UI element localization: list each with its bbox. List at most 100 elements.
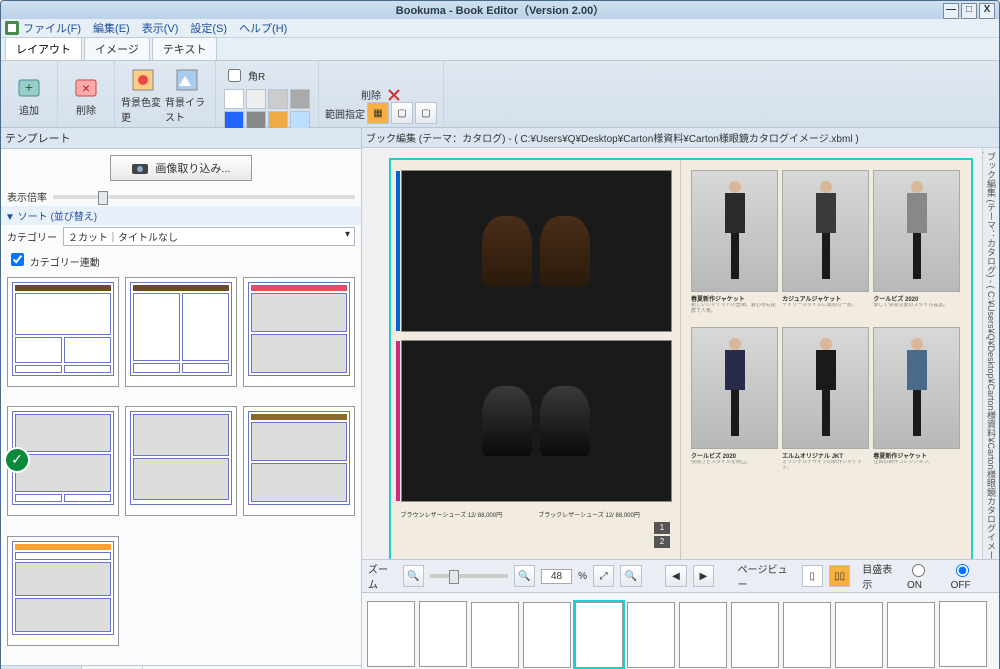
- pageview-label: ページビュー: [738, 561, 796, 591]
- pageview-spread-button[interactable]: ▯▯: [829, 565, 850, 587]
- ruler-label: 目盛表示: [862, 561, 901, 591]
- template-item[interactable]: ✓: [7, 406, 119, 516]
- zoom-fit-button[interactable]: ⤢: [593, 565, 614, 587]
- vertical-tab[interactable]: ブック編集 (テーマ：カタログ) - ( C:¥Users¥Q¥Desktop¥…: [982, 148, 999, 559]
- template-item[interactable]: [125, 406, 237, 516]
- product-title: クールビズ 2020: [873, 294, 960, 303]
- product-card[interactable]: カジュアルジャケットデイリースタイルに最適な一枚。: [782, 170, 869, 323]
- hero-image-top[interactable]: [401, 170, 673, 332]
- maximize-button[interactable]: □: [961, 3, 977, 19]
- canvas[interactable]: ブラウンレザーシューズ 12/ 88,000円 ブラックレザーシューズ 12/ …: [362, 148, 999, 559]
- template-zoom-slider[interactable]: [53, 195, 355, 199]
- page-thumbnail[interactable]: 5: [626, 602, 676, 669]
- prev-page-button[interactable]: ◀: [665, 565, 686, 587]
- range-opt1[interactable]: ▦: [367, 102, 389, 124]
- product-card[interactable]: 春夏新作ジャケット新しいジャケットの登場。着心地も抜群で人気。: [691, 170, 778, 323]
- page-right[interactable]: 春夏新作ジャケット新しいジャケットの登場。着心地も抜群で人気。カジュアルジャケッ…: [681, 160, 971, 559]
- import-image-button[interactable]: 画像取り込み...: [110, 155, 251, 181]
- frame-swatch[interactable]: [290, 89, 310, 109]
- product-desc: オリジナルデザインの新作ジャケット。: [782, 460, 869, 480]
- close-button[interactable]: X: [979, 3, 995, 19]
- category-dropdown[interactable]: ２カット｜タイトルなし: [63, 227, 355, 246]
- page-thumbnail[interactable]: 6: [678, 602, 728, 669]
- template-item[interactable]: [125, 277, 237, 387]
- delete-button[interactable]: × 削除: [64, 68, 108, 124]
- zoom-toolbar: ズーム 🔍 🔍 48 % ⤢ 🔍 ◀ ▶ ページビュー ▯ ▯▯ 目盛表示 ON…: [362, 559, 999, 592]
- page-indicator: 1 2: [654, 522, 670, 548]
- add-button[interactable]: + 追加: [7, 68, 51, 124]
- menu-file[interactable]: ファイル(F): [23, 20, 81, 36]
- product-card[interactable]: 春夏新作ジャケット注目の新作コレクション。: [873, 327, 960, 480]
- svg-text:+: +: [25, 79, 33, 95]
- zoom-out-button[interactable]: 🔍: [403, 565, 424, 587]
- zoom-in-button[interactable]: 🔍: [514, 565, 535, 587]
- page-left[interactable]: ブラウンレザーシューズ 12/ 88,000円 ブラックレザーシューズ 12/ …: [391, 160, 682, 559]
- product-title: 春夏新作ジャケット: [873, 451, 960, 460]
- frame-swatch[interactable]: [224, 89, 244, 109]
- caption: ブラックレザーシューズ 12/ 88,000円: [538, 510, 670, 519]
- template-item[interactable]: [243, 277, 355, 387]
- page-thumbnail[interactable]: 2: [470, 602, 520, 669]
- page-thumbnail[interactable]: 9: [834, 602, 884, 669]
- page-filmstrip[interactable]: 12(坐裏紙)1(表紙)234567891011(裏3): [362, 592, 999, 669]
- caption: ブラウンレザーシューズ 12/ 88,000円: [401, 510, 533, 519]
- product-image[interactable]: [873, 170, 960, 292]
- frame-swatch[interactable]: [268, 89, 288, 109]
- product-image[interactable]: [691, 327, 778, 449]
- template-item[interactable]: [243, 406, 355, 516]
- product-desc: 快適さとスタイルを両立。: [691, 460, 778, 480]
- product-card[interactable]: クールビズ 2020涼しく快適な夏のスタイル提案。: [873, 170, 960, 323]
- sort-dropdown[interactable]: ▼ ソート (並び替え): [1, 206, 361, 225]
- page-thumbnail[interactable]: 11(裏3): [938, 601, 988, 669]
- product-card[interactable]: クールビズ 2020快適さとスタイルを両立。: [691, 327, 778, 480]
- zoom-100-button[interactable]: 🔍: [620, 565, 641, 587]
- next-page-button[interactable]: ▶: [693, 565, 714, 587]
- page-thumbnail[interactable]: 1(表紙): [418, 601, 468, 669]
- camera-icon: [131, 161, 149, 175]
- menu-view[interactable]: 表示(V): [142, 20, 179, 36]
- ruler-on-radio[interactable]: ON: [907, 561, 945, 591]
- page-thumbnail[interactable]: 3: [522, 602, 572, 669]
- zoom-slider[interactable]: [430, 574, 507, 578]
- delete-x-icon[interactable]: [387, 88, 401, 102]
- app-icon: [5, 21, 19, 35]
- hero-image-bottom[interactable]: [401, 340, 673, 502]
- minimize-button[interactable]: —: [943, 3, 959, 19]
- zoom-percent-input[interactable]: 48: [541, 569, 572, 584]
- menu-settings[interactable]: 設定(S): [190, 20, 227, 36]
- page-thumbnail[interactable]: 8: [782, 602, 832, 669]
- tab-image[interactable]: イメージ: [84, 37, 150, 60]
- pageview-single-button[interactable]: ▯: [802, 565, 823, 587]
- corner-checkbox[interactable]: [228, 69, 241, 82]
- frame-swatch[interactable]: [246, 89, 266, 109]
- ribbon: + 追加 × 削除 背景色変更 背景イラスト: [1, 61, 999, 128]
- tab-text[interactable]: テキスト: [152, 37, 218, 60]
- product-card[interactable]: エルムオリジナル JKTオリジナルデザインの新作ジャケット。: [782, 327, 869, 480]
- page-spread[interactable]: ブラウンレザーシューズ 12/ 88,000円 ブラックレザーシューズ 12/ …: [389, 158, 973, 559]
- menu-help[interactable]: ヘルプ(H): [239, 20, 287, 36]
- page-thumbnail[interactable]: 12(坐裏紙): [366, 601, 416, 669]
- ruler-off-radio[interactable]: OFF: [951, 561, 993, 591]
- product-title: クールビズ 2020: [691, 451, 778, 460]
- template-item[interactable]: [7, 536, 119, 646]
- product-image[interactable]: [782, 170, 869, 292]
- tab-layout[interactable]: レイアウト: [5, 37, 82, 60]
- category-link-checkbox[interactable]: カテゴリー連動: [7, 258, 100, 269]
- product-image[interactable]: [873, 327, 960, 449]
- range-opt3[interactable]: ▢: [415, 102, 437, 124]
- product-desc: 涼しく快適な夏のスタイル提案。: [873, 303, 960, 323]
- page-thumbnail[interactable]: 10: [886, 602, 936, 669]
- delete2-label: 削除: [361, 87, 381, 102]
- range-opt2[interactable]: ▢: [391, 102, 413, 124]
- menu-edit[interactable]: 編集(E): [93, 20, 130, 36]
- template-item[interactable]: [7, 277, 119, 387]
- product-image[interactable]: [782, 327, 869, 449]
- sidebar-footer-tabs: テンプレート イメージ: [1, 665, 361, 669]
- bgimg-button[interactable]: 背景イラスト: [165, 68, 209, 124]
- bgcolor-button[interactable]: 背景色変更: [121, 68, 165, 124]
- product-image[interactable]: [691, 170, 778, 292]
- page-thumbnail[interactable]: 4: [574, 602, 624, 669]
- bgcolor-icon: [131, 68, 155, 92]
- zoom-label: ズーム: [368, 561, 397, 591]
- page-thumbnail[interactable]: 7: [730, 602, 780, 669]
